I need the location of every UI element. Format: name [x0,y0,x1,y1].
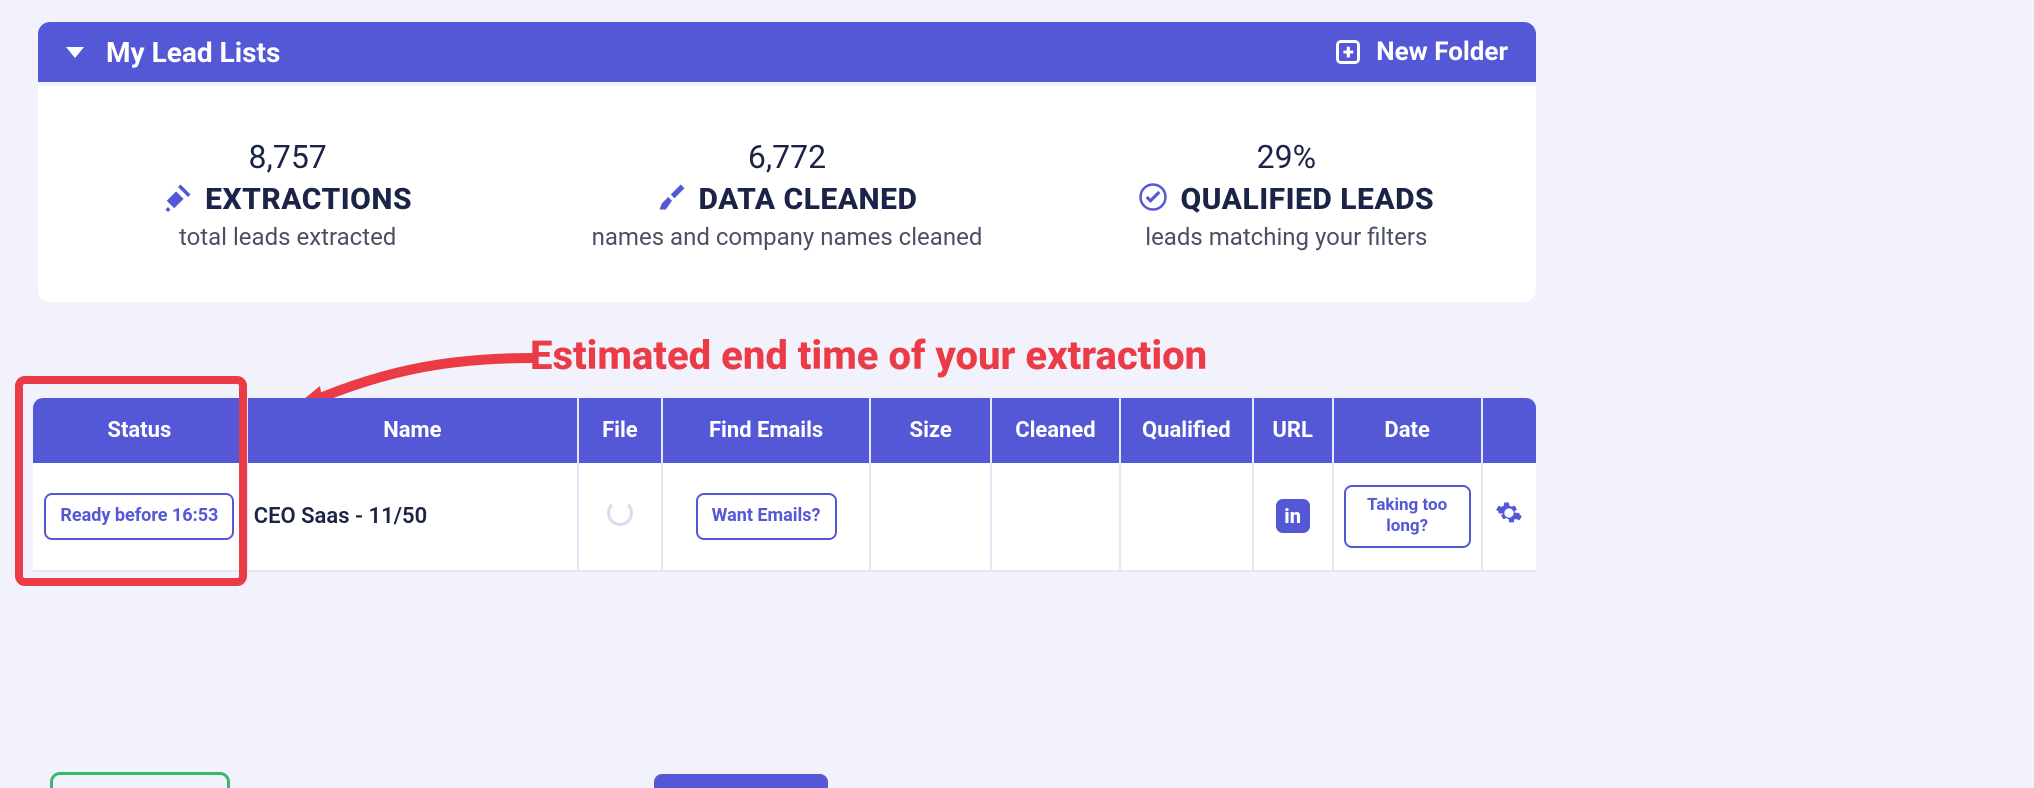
stats-card: 8,757 EXTRACTIONS total leads extracted … [38,86,1536,302]
table-row: Ready before 16:53 CEO Saas - 11/50 Want… [33,463,1536,572]
cell-cleaned [992,463,1121,572]
cell-size [871,463,992,572]
taking-too-long-button[interactable]: Taking too long? [1344,485,1471,548]
stat-label: QUALIFIED LEADS [1180,182,1434,217]
plus-icon: + [1336,40,1360,64]
col-header-date[interactable]: Date [1334,398,1483,463]
cell-file [579,463,663,572]
col-header-url[interactable]: URL [1254,398,1334,463]
chevron-down-icon[interactable] [66,47,84,58]
new-folder-button[interactable]: + New Folder [1336,37,1508,67]
next-row-emails-hint [654,774,828,788]
stat-label: EXTRACTIONS [205,182,412,217]
cell-qualified [1121,463,1254,572]
stat-qualified: 29% QUALIFIED LEADS leads matching your … [1037,86,1536,302]
cell-actions [1483,463,1536,572]
col-header-actions [1483,398,1536,463]
stat-cleaned: 6,772 DATA CLEANED names and company nam… [537,86,1036,302]
page-title: My Lead Lists [106,36,280,69]
col-header-size[interactable]: Size [871,398,992,463]
stat-sub: names and company names cleaned [592,223,983,251]
want-emails-button[interactable]: Want Emails? [696,493,837,540]
lead-lists-header: My Lead Lists + New Folder [38,22,1536,82]
stat-extractions: 8,757 EXTRACTIONS total leads extracted [38,86,537,302]
cell-find-emails: Want Emails? [663,463,872,572]
cell-status: Ready before 16:53 [33,463,248,572]
check-circle-icon [1138,182,1168,216]
cell-name[interactable]: CEO Saas - 11/50 [248,463,579,572]
col-header-name[interactable]: Name [248,398,579,463]
stat-value: 6,772 [748,138,826,176]
col-header-status[interactable]: Status [33,398,248,463]
pickaxe-icon [163,182,193,216]
stat-label: DATA CLEANED [699,182,918,217]
gear-icon[interactable] [1495,508,1523,533]
stat-sub: leads matching your filters [1145,223,1427,251]
cell-url: in [1254,463,1334,572]
status-badge[interactable]: Ready before 16:53 [44,493,234,540]
table-header-row: Status Name File Find Emails Size Cleane… [33,398,1536,463]
next-row-status-hint [50,772,230,788]
new-folder-label: New Folder [1376,37,1508,67]
col-header-qualified[interactable]: Qualified [1121,398,1254,463]
cell-date: Taking too long? [1334,463,1483,572]
stat-value: 8,757 [249,138,327,176]
header-left[interactable]: My Lead Lists [66,36,280,69]
annotation-text: Estimated end time of your extraction [530,332,1207,379]
stat-value: 29% [1257,138,1316,176]
col-header-cleaned[interactable]: Cleaned [992,398,1121,463]
col-header-file[interactable]: File [579,398,663,463]
col-header-find-emails[interactable]: Find Emails [663,398,872,463]
linkedin-icon[interactable]: in [1276,499,1310,533]
loading-spinner-icon [607,500,633,526]
lead-list-table: Status Name File Find Emails Size Cleane… [33,398,1536,572]
stat-sub: total leads extracted [179,223,396,251]
broom-icon [657,182,687,216]
